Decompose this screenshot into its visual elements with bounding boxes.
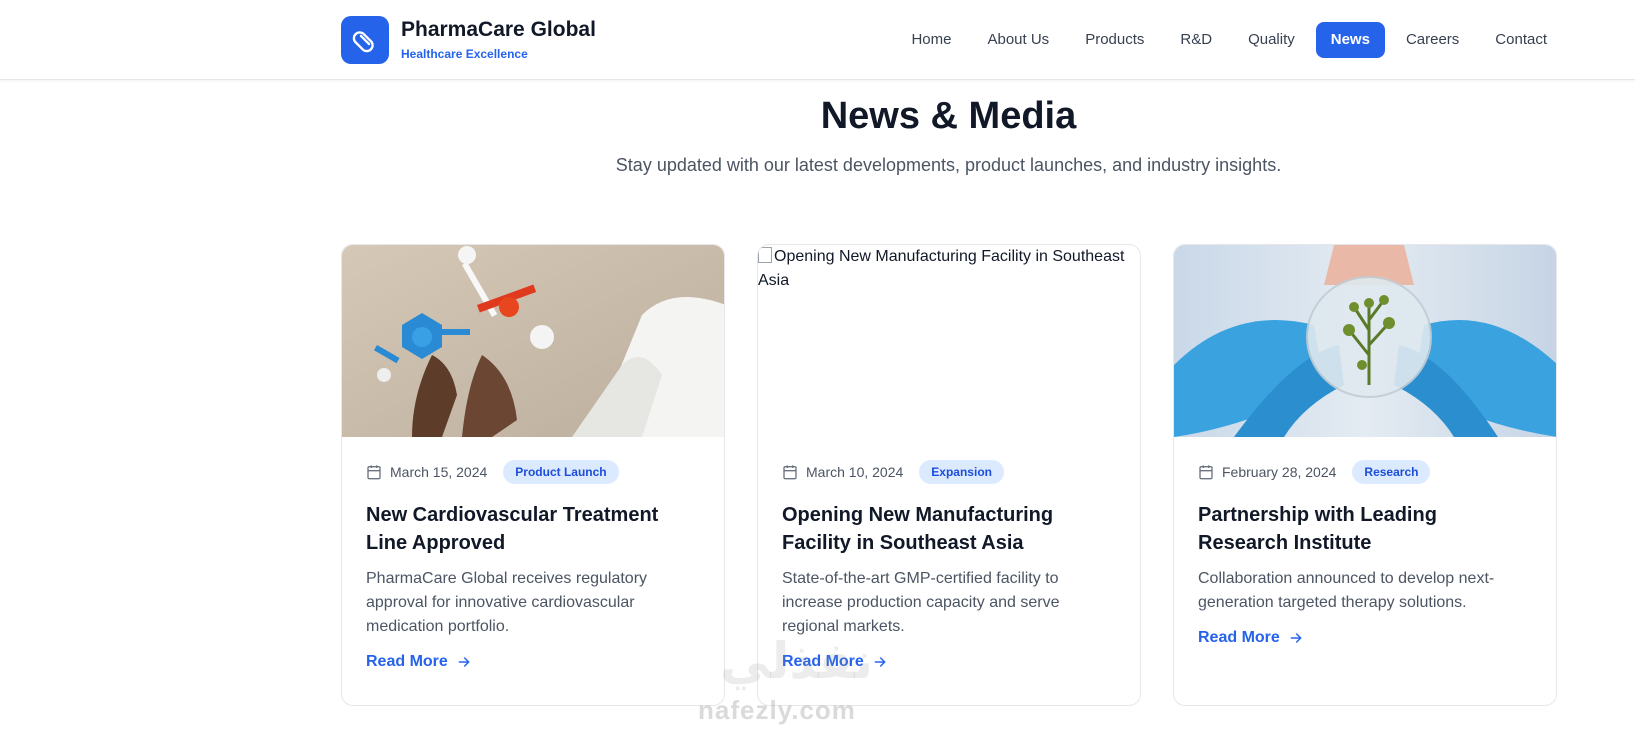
nav-item-rd[interactable]: R&D <box>1165 22 1227 58</box>
nav-item-about-us[interactable]: About Us <box>972 22 1064 58</box>
calendar-icon <box>366 464 382 480</box>
brand[interactable]: PharmaCare Global Healthcare Excellence <box>341 16 596 64</box>
broken-image-alt-text: Opening New Manufacturing Facility in So… <box>758 247 1125 289</box>
news-card-image[interactable] <box>342 245 724 437</box>
brand-tagline: Healthcare Excellence <box>401 47 528 61</box>
news-card: February 28, 2024 Research Partnership w… <box>1173 244 1557 706</box>
read-more-link[interactable]: Read More <box>1198 629 1532 647</box>
nav-item-careers[interactable]: Careers <box>1391 22 1474 58</box>
broken-image-icon <box>758 247 772 263</box>
category-badge: Product Launch <box>503 460 619 484</box>
read-more-link[interactable]: Read More <box>366 653 700 671</box>
petri-dish-image <box>1174 245 1556 437</box>
news-title[interactable]: Opening New Manufacturing Facility in So… <box>782 501 1116 557</box>
news-card-image[interactable]: Opening New Manufacturing Facility in So… <box>758 245 1140 437</box>
calendar-icon <box>782 464 798 480</box>
news-card: March 15, 2024 Product Launch New Cardio… <box>341 244 725 706</box>
page-title: News & Media <box>820 95 1077 137</box>
news-title[interactable]: Partnership with Leading Research Instit… <box>1198 501 1532 557</box>
main-nav: Home About Us Products R&D Quality News … <box>890 22 1562 58</box>
arrow-right-icon <box>456 654 472 670</box>
nav-item-home[interactable]: Home <box>896 22 966 58</box>
category-badge: Expansion <box>919 460 1004 484</box>
pill-icon <box>341 16 389 64</box>
nav-item-products[interactable]: Products <box>1070 22 1159 58</box>
news-description: Collaboration announced to develop next-… <box>1198 570 1495 611</box>
arrow-right-icon <box>1288 630 1304 646</box>
news-date: February 28, 2024 <box>1222 464 1337 480</box>
news-description: PharmaCare Global receives regulatory ap… <box>366 570 648 635</box>
news-date: March 15, 2024 <box>390 464 488 480</box>
molecule-model-image <box>342 245 724 437</box>
news-date: March 10, 2024 <box>806 464 904 480</box>
read-more-label: Read More <box>1198 629 1280 646</box>
category-badge: Research <box>1352 460 1431 484</box>
news-description: State-of-the-art GMP-certified facility … <box>782 570 1060 635</box>
page-subtitle: Stay updated with our latest development… <box>615 155 1282 175</box>
calendar-icon <box>1198 464 1214 480</box>
nav-item-contact[interactable]: Contact <box>1480 22 1562 58</box>
nav-item-news[interactable]: News <box>1315 22 1385 58</box>
brand-name: PharmaCare Global <box>401 18 596 41</box>
news-title[interactable]: New Cardiovascular Treatment Line Approv… <box>366 501 700 557</box>
arrow-right-icon <box>872 654 888 670</box>
site-header: PharmaCare Global Healthcare Excellence … <box>0 0 1635 80</box>
watermark-arabic: نفذلي <box>720 633 874 689</box>
watermark-text: nafezly.com <box>698 695 856 725</box>
read-more-label: Read More <box>366 653 448 670</box>
news-card-image[interactable] <box>1174 245 1556 437</box>
nav-item-quality[interactable]: Quality <box>1233 22 1310 58</box>
